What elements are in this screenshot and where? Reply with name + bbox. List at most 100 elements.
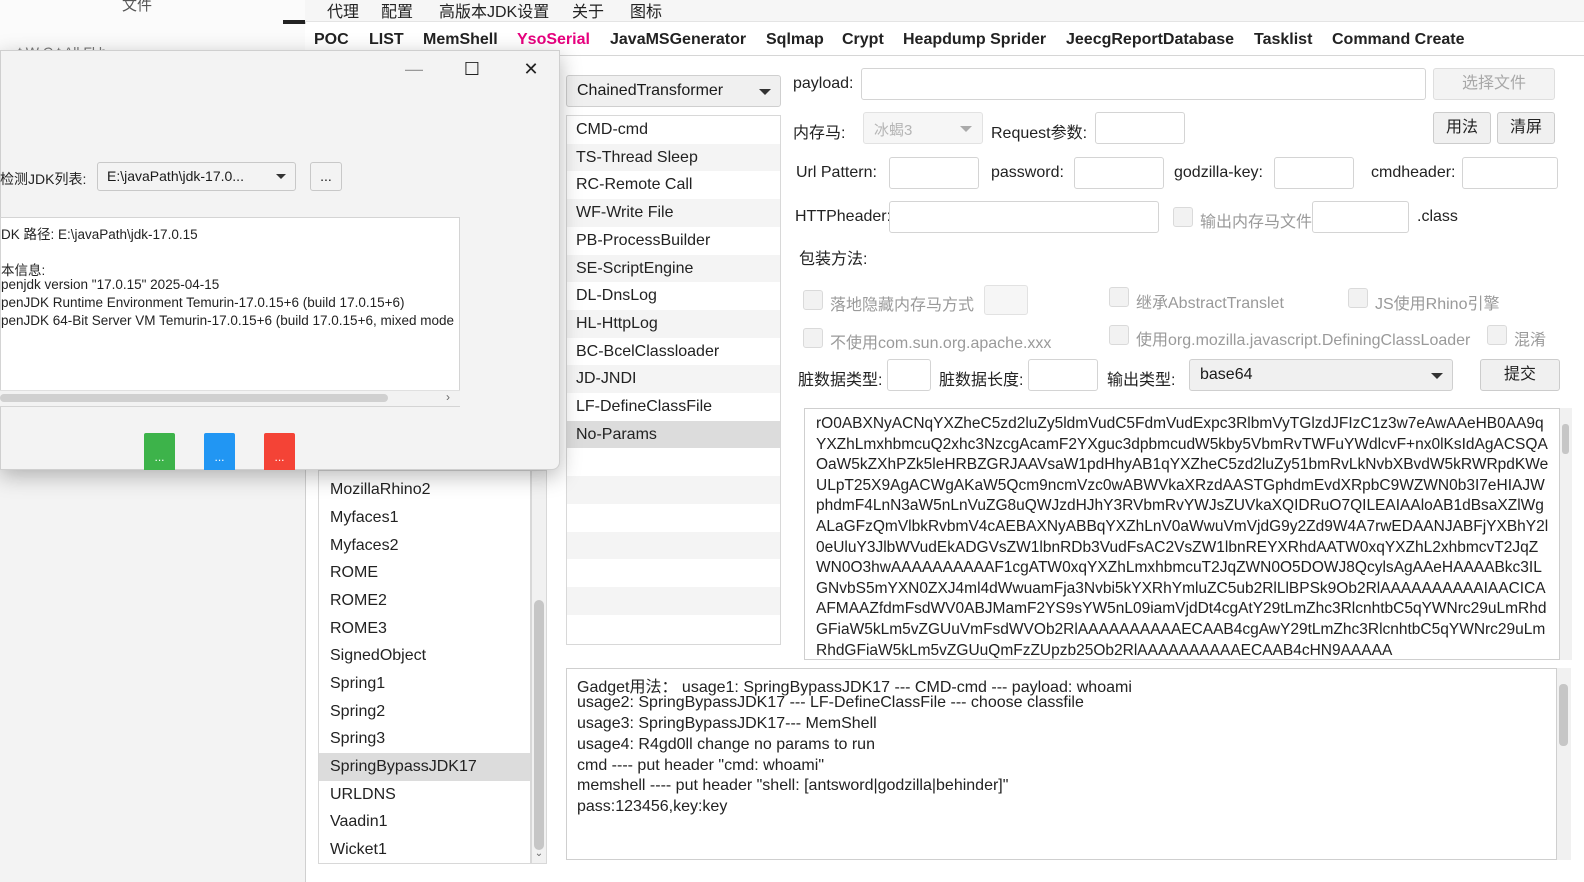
jdk-info-line: 本信息: bbox=[1, 263, 46, 278]
payload-input[interactable] bbox=[861, 68, 1426, 100]
choose-file-button[interactable]: 选择文件 bbox=[1433, 68, 1555, 100]
payload-type-httplog[interactable]: HL-HttpLog bbox=[567, 309, 780, 338]
gadget-item-myfaces2[interactable]: Myfaces2 bbox=[319, 532, 530, 560]
no-sun-apache-checkbox[interactable] bbox=[803, 328, 823, 348]
transformer-select[interactable]: ChainedTransformer bbox=[566, 75, 781, 107]
memshell-select-value: 冰蝎3 bbox=[874, 122, 913, 139]
js-rhino-checkbox[interactable] bbox=[1348, 288, 1368, 308]
payload-type-scriptengine[interactable]: SE-ScriptEngine bbox=[567, 254, 780, 283]
jdk-browse-button[interactable]: ... bbox=[310, 162, 342, 191]
menu-icon[interactable]: 图标 bbox=[630, 0, 662, 22]
jdk-info-area[interactable]: DK 路径: E:\javaPath\jdk-17.0.15 本信息: penj… bbox=[0, 217, 460, 407]
payload-output-area[interactable]: rO0ABXNyACNqYXZheC5zd2luZy5ldmVudC5FdmVu… bbox=[804, 408, 1560, 660]
gadget-item-rome2[interactable]: ROME2 bbox=[319, 587, 530, 615]
gadget-item-spring2[interactable]: Spring2 bbox=[319, 698, 530, 726]
menu-config[interactable]: 配置 bbox=[381, 0, 413, 22]
payload-type-no-params[interactable]: No-Params bbox=[567, 420, 780, 449]
output-type-select[interactable]: base64 bbox=[1189, 359, 1453, 391]
tab-crypt[interactable]: Crypt bbox=[842, 31, 884, 49]
password-input[interactable] bbox=[1074, 157, 1164, 189]
scroll-down-icon[interactable]: ⌄ bbox=[531, 848, 547, 862]
clear-button[interactable]: 清屏 bbox=[1497, 112, 1555, 144]
usage-text-area[interactable]: Gadget用法： usage1: SpringBypassJDK17 --- … bbox=[566, 668, 1557, 860]
tab-list[interactable]: LIST bbox=[369, 31, 404, 49]
maximize-icon[interactable]: ☐ bbox=[457, 54, 487, 84]
jdk-info-hscroll-thumb[interactable] bbox=[0, 394, 388, 402]
usage-scroll-thumb[interactable] bbox=[1559, 684, 1568, 746]
obfuscate-checkbox[interactable] bbox=[1487, 325, 1507, 345]
payload-type-cmd[interactable]: CMD-cmd bbox=[567, 116, 780, 144]
payload-type-jndi[interactable]: JD-JNDI bbox=[567, 365, 780, 393]
chevron-right-icon[interactable]: › bbox=[446, 390, 450, 404]
tab-memshell[interactable]: MemShell bbox=[423, 31, 498, 49]
gadget-item-springbypassjdk17[interactable]: SpringBypassJDK17 bbox=[319, 753, 530, 781]
chevron-down-icon bbox=[759, 89, 771, 95]
menu-proxy[interactable]: 代理 bbox=[327, 0, 359, 22]
wrap-method-label: 包装方法: bbox=[799, 251, 868, 268]
tab-sqlmap[interactable]: Sqlmap bbox=[766, 31, 824, 49]
memshell-select[interactable]: 冰蝎3 bbox=[863, 112, 983, 144]
gadget-item-spring1[interactable]: Spring1 bbox=[319, 670, 530, 698]
memshell-label: 内存马: bbox=[793, 125, 846, 142]
httpheader-input[interactable] bbox=[889, 201, 1159, 233]
landing-hidden-label: 落地隐藏内存马方式 bbox=[830, 297, 975, 314]
close-icon[interactable]: ✕ bbox=[516, 54, 546, 84]
list-empty-row bbox=[567, 476, 780, 504]
gadget-item-signedobject[interactable]: SignedObject bbox=[319, 642, 530, 670]
usage-line: usage3: SpringBypassJDK17--- MemShell bbox=[577, 715, 877, 732]
gadget-item-myfaces1[interactable]: Myfaces1 bbox=[319, 504, 530, 532]
tab-command-create[interactable]: Command Create bbox=[1332, 31, 1464, 49]
jdk-info-line: penJDK 64-Bit Server VM Temurin-17.0.15+… bbox=[1, 313, 454, 328]
jdk-select[interactable]: E:\javaPath\jdk-17.0... bbox=[97, 162, 296, 191]
tab-poc[interactable]: POC bbox=[314, 31, 349, 49]
gadget-list-scroll-thumb[interactable] bbox=[534, 600, 544, 850]
dirty-length-input[interactable] bbox=[1028, 359, 1098, 391]
payload-type-dnslog[interactable]: DL-DnsLog bbox=[567, 282, 780, 310]
tab-ysoserial[interactable]: YsoSerial bbox=[517, 31, 590, 49]
list-empty-row bbox=[567, 586, 780, 615]
mozilla-loader-checkbox[interactable] bbox=[1109, 325, 1129, 345]
list-empty-row bbox=[567, 448, 780, 476]
gadget-item-rome[interactable]: ROME bbox=[319, 559, 530, 587]
payload-output-text: rO0ABXNyACNqYXZheC5zd2luZy5ldmVudC5FdmVu… bbox=[816, 415, 1549, 659]
red-button[interactable]: ... bbox=[264, 433, 295, 470]
memshell-file-input[interactable] bbox=[1312, 201, 1409, 233]
payload-type-defineclassfile[interactable]: LF-DefineClassFile bbox=[567, 393, 780, 421]
menu-about[interactable]: 关于 bbox=[572, 0, 604, 22]
gadget-item-urldns[interactable]: URLDNS bbox=[319, 781, 530, 809]
menu-high-jdk-settings[interactable]: 高版本JDK设置 bbox=[439, 0, 549, 22]
tab-jeecgreportdatabase[interactable]: JeecgReportDatabase bbox=[1066, 31, 1234, 49]
payload-type-processbuilder[interactable]: PB-ProcessBuilder bbox=[567, 227, 780, 255]
payload-type-bcelclassloader[interactable]: BC-BcelClassloader bbox=[567, 338, 780, 366]
godzilla-key-input[interactable] bbox=[1274, 157, 1354, 189]
gadget-item-vaadin1[interactable]: Vaadin1 bbox=[319, 808, 530, 836]
usage-line: usage4: R4gd0ll change no params to run bbox=[577, 736, 875, 753]
gadget-item-wicket1[interactable]: Wicket1 bbox=[319, 836, 530, 863]
cmdheader-input[interactable] bbox=[1462, 157, 1558, 189]
payload-type-thread-sleep[interactable]: TS-Thread Sleep bbox=[567, 143, 780, 172]
submit-button[interactable]: 提交 bbox=[1480, 359, 1560, 391]
extend-abstract-translet-checkbox[interactable] bbox=[1109, 287, 1129, 307]
gadget-item-spring3[interactable]: Spring3 bbox=[319, 725, 530, 753]
landing-hidden-input[interactable] bbox=[984, 285, 1028, 315]
output-memshell-file-checkbox[interactable] bbox=[1173, 207, 1193, 227]
tab-javamsgenerator[interactable]: JavaMSGenerator bbox=[610, 31, 746, 49]
usage-line: memshell ---- put header "shell: [antswo… bbox=[577, 777, 1009, 794]
tab-heapdump-sprider[interactable]: Heapdump Sprider bbox=[903, 31, 1046, 49]
minimize-icon[interactable]: — bbox=[399, 54, 429, 84]
dirty-type-input[interactable] bbox=[887, 359, 931, 391]
payload-output-scroll-thumb[interactable] bbox=[1562, 424, 1569, 454]
gadget-item-rome3[interactable]: ROME3 bbox=[319, 615, 530, 643]
gadget-item-mozillarhino2[interactable]: MozillaRhino2 bbox=[319, 476, 530, 504]
blue-button[interactable]: ... bbox=[204, 433, 235, 470]
payload-type-remote-call[interactable]: RC-Remote Call bbox=[567, 171, 780, 199]
payload-type-write-file[interactable]: WF-Write File bbox=[567, 199, 780, 227]
usage-line: pass:123456,key:key bbox=[577, 798, 728, 815]
request-param-input[interactable] bbox=[1095, 112, 1185, 144]
output-type-label: 输出类型: bbox=[1107, 372, 1176, 389]
tab-tasklist[interactable]: Tasklist bbox=[1254, 31, 1312, 49]
usage-button[interactable]: 用法 bbox=[1433, 112, 1491, 144]
url-pattern-input[interactable] bbox=[889, 157, 979, 189]
landing-hidden-checkbox[interactable] bbox=[803, 290, 823, 310]
green-button[interactable]: ... bbox=[144, 433, 175, 470]
